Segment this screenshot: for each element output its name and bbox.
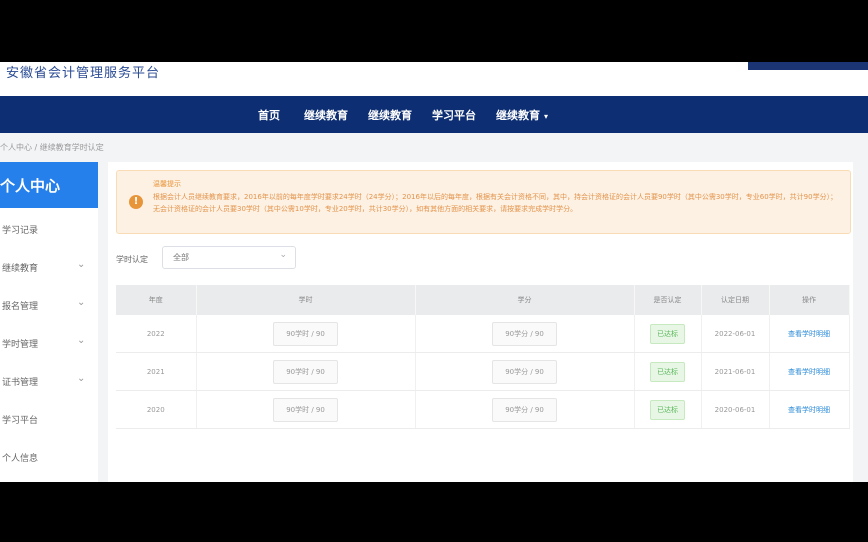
chevron-down-icon: ⌄ xyxy=(77,335,86,346)
table-row: 2020 90学时 / 90 90学分 / 90 已达标 2020-06-01 … xyxy=(116,390,850,429)
sidebar-item-label: 报名管理 xyxy=(2,302,39,312)
nav-item-home[interactable]: 首页 xyxy=(258,107,280,123)
header-decoration xyxy=(748,62,868,70)
hours-cell: 90学时 / 90 xyxy=(196,390,416,429)
year-cell: 2020 xyxy=(116,390,197,429)
hours-cell: 90学时 / 90 xyxy=(196,315,416,353)
sidebar-item-label: 继续教育 xyxy=(2,264,39,274)
breadcrumb: 个人中心 / 继续教育学时认定 xyxy=(0,142,104,153)
warning-icon: ! xyxy=(129,195,143,209)
main-content: ! 温馨提示 根据会计人员继续教育要求，2016年以前的每年度学时要求24学时（… xyxy=(108,162,853,482)
sidebar-item[interactable]: 个人信息 xyxy=(0,438,98,476)
date-cell: 2020-06-01 xyxy=(701,390,770,429)
year-cell: 2021 xyxy=(116,352,197,391)
nav-item-5-label: 继续教育 xyxy=(496,109,540,122)
action-cell: 查看学时明细 xyxy=(769,352,850,391)
sidebar-item-label: 个人信息 xyxy=(2,454,39,464)
filter-label: 学时认定 xyxy=(116,255,148,264)
view-detail-link[interactable]: 查看学时明细 xyxy=(788,406,830,414)
view-detail-link[interactable]: 查看学时明细 xyxy=(788,330,830,338)
column-header: 学分 xyxy=(415,285,635,315)
notice-text: 根据会计人员继续教育要求，2016年以前的每年度学时要求24学时（24学分）；2… xyxy=(153,193,838,213)
notice-banner: ! 温馨提示 根据会计人员继续教育要求，2016年以前的每年度学时要求24学时（… xyxy=(116,170,851,234)
chevron-down-icon: ▾ xyxy=(544,112,549,121)
status-badge: 已达标 xyxy=(650,399,685,420)
status-badge: 已达标 xyxy=(650,323,685,344)
status-cell: 已达标 xyxy=(634,390,702,429)
nav-item-4[interactable]: 学习平台 xyxy=(432,107,476,123)
date-cell: 2022-06-01 xyxy=(701,315,770,353)
sidebar: 个人中心 学习记录 继续教育 ⌄ 报名管理 ⌄ 学时管理 ⌄ 证书管理 ⌄ 学习… xyxy=(0,162,98,482)
chevron-down-icon: ⌄ xyxy=(77,297,86,308)
action-cell: 查看学时明细 xyxy=(769,315,850,353)
sidebar-item-label: 学习记录 xyxy=(2,226,39,236)
credits-value: 90学分 / 90 xyxy=(492,359,557,384)
sidebar-item-label: 学习平台 xyxy=(2,416,39,426)
column-header: 学时 xyxy=(196,285,416,315)
sidebar-item-label: 证书管理 xyxy=(2,378,39,388)
breadcrumb-separator: / xyxy=(34,143,38,152)
sidebar-item[interactable]: 学习记录 xyxy=(0,210,98,248)
hours-value: 90学时 / 90 xyxy=(273,359,338,384)
sidebar-item[interactable]: 证书管理 ⌄ xyxy=(0,362,98,400)
chevron-down-icon: ⌄ xyxy=(77,259,86,270)
column-header: 是否认定 xyxy=(634,285,702,315)
table-row: 2021 90学时 / 90 90学分 / 90 已达标 2021-06-01 … xyxy=(116,352,850,391)
sidebar-header-label: 个人中心 xyxy=(0,177,61,195)
column-header: 认定日期 xyxy=(701,285,770,315)
credit-table: 年度 学时 学分 是否认定 认定日期 操作 2022 90学时 / 90 90学… xyxy=(116,285,850,429)
main-nav: 首页 继续教育 继续教育 学习平台 继续教育 ▾ xyxy=(0,96,868,133)
breadcrumb-home[interactable]: 个人中心 xyxy=(0,143,32,152)
column-header: 年度 xyxy=(116,285,197,315)
sidebar-item[interactable]: 报名管理 ⌄ xyxy=(0,286,98,324)
top-header: 安徽省会计管理服务平台 xyxy=(0,62,868,98)
table-header-row: 年度 学时 学分 是否认定 认定日期 操作 xyxy=(116,285,850,315)
year-cell: 2022 xyxy=(116,315,197,353)
credits-value: 90学分 / 90 xyxy=(492,397,557,422)
credits-cell: 90学分 / 90 xyxy=(415,352,635,391)
chevron-down-icon: ⌄ xyxy=(77,373,86,384)
nav-item-3[interactable]: 继续教育 xyxy=(368,107,412,123)
hours-cell: 90学时 / 90 xyxy=(196,352,416,391)
sidebar-item-label: 学时管理 xyxy=(2,340,39,350)
status-badge: 已达标 xyxy=(650,361,685,382)
breadcrumb-current: 继续教育学时认定 xyxy=(39,143,104,152)
status-cell: 已达标 xyxy=(634,315,702,353)
site-title: 安徽省会计管理服务平台 xyxy=(6,66,161,81)
date-cell: 2021-06-01 xyxy=(701,352,770,391)
sidebar-item[interactable]: 学时管理 ⌄ xyxy=(0,324,98,362)
hours-value: 90学时 / 90 xyxy=(273,397,338,422)
nav-item-2[interactable]: 继续教育 xyxy=(304,107,348,123)
notice-title: 温馨提示 xyxy=(153,180,181,188)
view-detail-link[interactable]: 查看学时明细 xyxy=(788,368,830,376)
credits-cell: 90学分 / 90 xyxy=(415,315,635,353)
column-header: 操作 xyxy=(769,285,850,315)
action-cell: 查看学时明细 xyxy=(769,390,850,429)
credits-cell: 90学分 / 90 xyxy=(415,390,635,429)
status-cell: 已达标 xyxy=(634,352,702,391)
filter-select-value: 全部 xyxy=(173,253,189,262)
sidebar-item[interactable]: 学习平台 xyxy=(0,400,98,438)
table-row: 2022 90学时 / 90 90学分 / 90 已达标 2022-06-01 … xyxy=(116,315,850,353)
sidebar-header[interactable]: 个人中心 xyxy=(0,162,98,208)
chevron-down-icon: ⌄ xyxy=(279,250,287,260)
hours-value: 90学时 / 90 xyxy=(273,321,338,346)
sidebar-item[interactable]: 继续教育 ⌄ xyxy=(0,248,98,286)
credits-value: 90学分 / 90 xyxy=(492,321,557,346)
app-screen: 安徽省会计管理服务平台 首页 继续教育 继续教育 学习平台 继续教育 ▾ 个人中心… xyxy=(0,62,868,482)
filter-select[interactable]: 全部 ⌄ xyxy=(162,246,296,269)
nav-item-5[interactable]: 继续教育 ▾ xyxy=(496,107,548,123)
